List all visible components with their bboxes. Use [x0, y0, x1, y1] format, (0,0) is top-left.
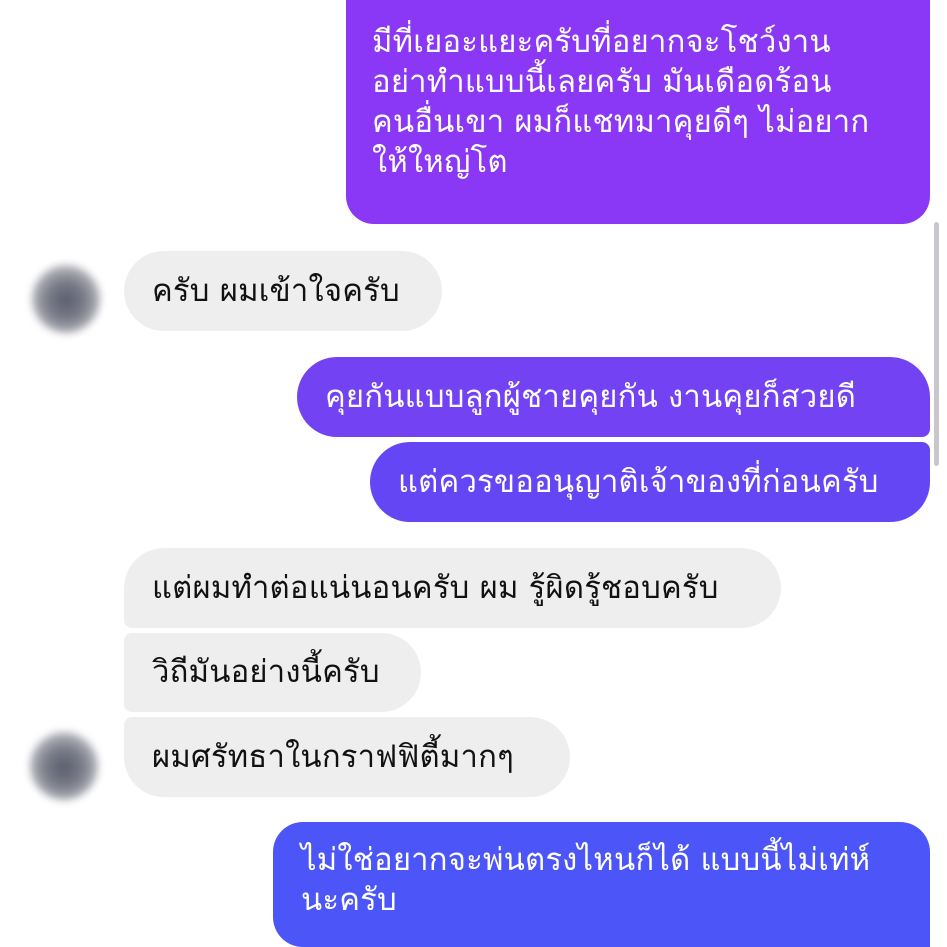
chat-thread: มีที่เยอะแยะครับที่อยากจะโชว์งาน อย่าทำแ… [0, 0, 947, 947]
outgoing-message-bubble[interactable]: ไม่ใช่อยากจะพ่นตรงไหนก็ได้ แบบนี้ไม่เท่ห… [273, 822, 930, 947]
outgoing-message-bubble[interactable]: คุยกันแบบลูกผู้ชายคุยกัน งานคุยก็สวยดี [297, 357, 930, 437]
outgoing-message-bubble[interactable]: แต่ควรขออนุญาติเจ้าของที่ก่อนครับ [370, 442, 930, 522]
contact-avatar[interactable] [32, 265, 100, 333]
incoming-message-bubble[interactable]: แต่ผมทำต่อแน่นอนครับ ผม รู้ผิดรู้ชอบครับ [124, 548, 781, 628]
incoming-message-bubble[interactable]: ครับ ผมเข้าใจครับ [124, 251, 442, 331]
contact-avatar[interactable] [30, 732, 98, 800]
incoming-message-bubble[interactable]: วิถีมันอย่างนี้ครับ [124, 633, 421, 712]
scrollbar[interactable] [934, 222, 939, 466]
outgoing-message-bubble[interactable]: มีที่เยอะแยะครับที่อยากจะโชว์งาน อย่าทำแ… [346, 0, 930, 224]
incoming-message-bubble[interactable]: ผมศรัทธาในกราฟฟิตี้มากๆ [124, 717, 570, 797]
